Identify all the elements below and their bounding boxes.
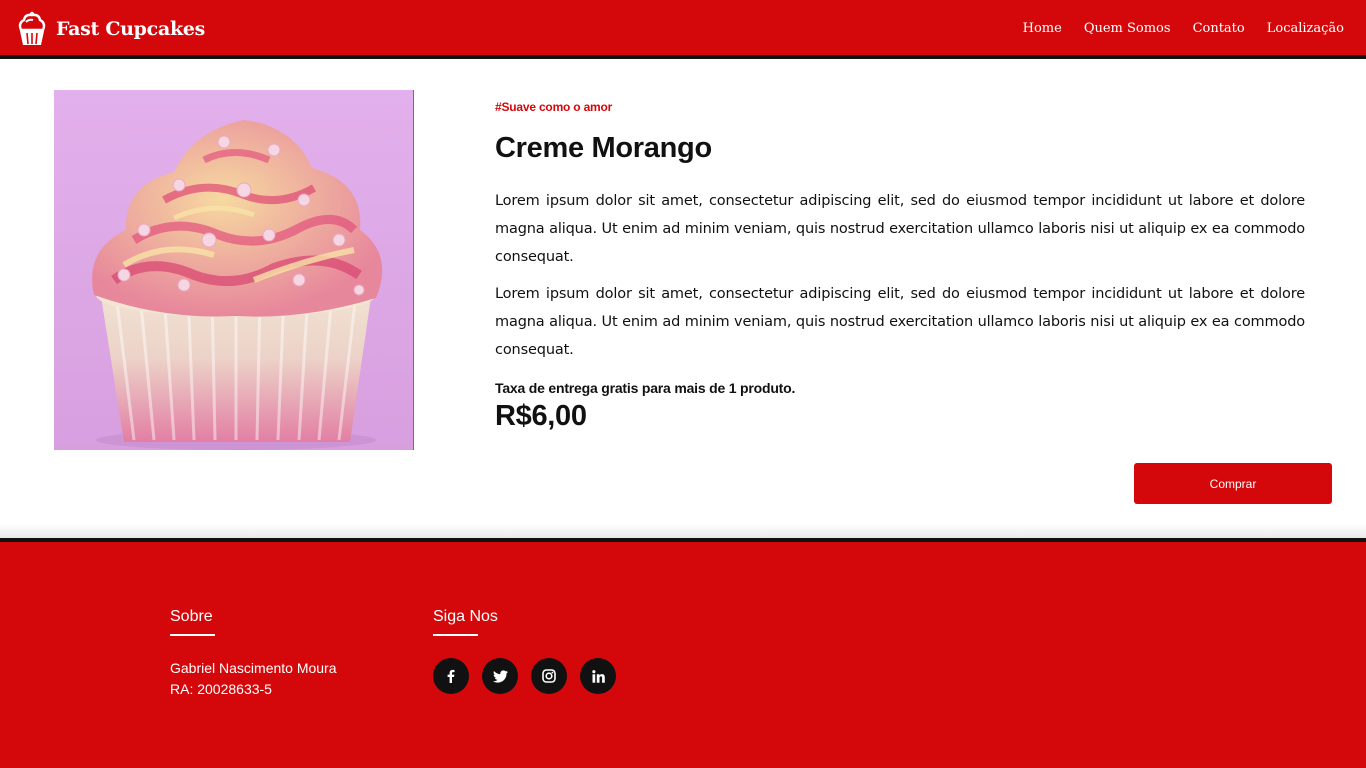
brand-link[interactable]: Fast Cupcakes [14, 10, 205, 48]
author-ra: RA: 20028633-5 [170, 681, 272, 697]
nav-quem-somos[interactable]: Quem Somos [1084, 19, 1171, 39]
product-image [54, 90, 414, 450]
footer-social: Siga Nos [433, 608, 629, 694]
facebook-icon [447, 669, 455, 683]
nav-menu: Home Quem Somos Contato Localização [1001, 19, 1344, 39]
product-title: Creme Morango [495, 132, 712, 164]
product-description-2: Lorem ipsum dolor sit amet, consectetur … [495, 286, 1305, 358]
product-price: R$6,00 [495, 400, 587, 432]
product-description-1: Lorem ipsum dolor sit amet, consectetur … [495, 193, 1305, 265]
nav-contato[interactable]: Contato [1193, 19, 1245, 39]
author-name: Gabriel Nascimento Moura [170, 660, 337, 676]
cupcake-icon [18, 11, 46, 45]
heading-underline [170, 634, 215, 636]
nav-home[interactable]: Home [1023, 19, 1062, 39]
product-info: #Suave como o amor Creme Morango Lorem i… [495, 100, 1305, 433]
footer-about: Sobre Gabriel Nascimento Moura RA: 20028… [170, 608, 337, 700]
linkedin-icon [591, 669, 605, 683]
nav-localizacao[interactable]: Localização [1267, 19, 1344, 39]
product-tag: #Suave como o amor [495, 100, 613, 114]
footer-about-heading: Sobre [170, 608, 213, 625]
social-icons [433, 658, 629, 694]
buy-button[interactable]: Comprar [1134, 463, 1332, 504]
cupcake-photo [54, 90, 413, 450]
facebook-button[interactable] [433, 658, 469, 694]
twitter-button[interactable] [482, 658, 518, 694]
section-divider [0, 524, 1366, 538]
linkedin-button[interactable] [580, 658, 616, 694]
instagram-button[interactable] [531, 658, 567, 694]
delivery-note: Taxa de entrega gratis para mais de 1 pr… [495, 380, 796, 396]
footer-about-text: Gabriel Nascimento Moura RA: 20028633-5 [170, 658, 337, 700]
instagram-icon [542, 669, 556, 683]
heading-underline [433, 634, 478, 636]
navbar: Fast Cupcakes Home Quem Somos Contato Lo… [0, 0, 1366, 59]
twitter-icon [492, 669, 508, 683]
footer: Sobre Gabriel Nascimento Moura RA: 20028… [0, 538, 1366, 768]
footer-social-heading: Siga Nos [433, 608, 498, 625]
brand-name: Fast Cupcakes [56, 18, 206, 40]
